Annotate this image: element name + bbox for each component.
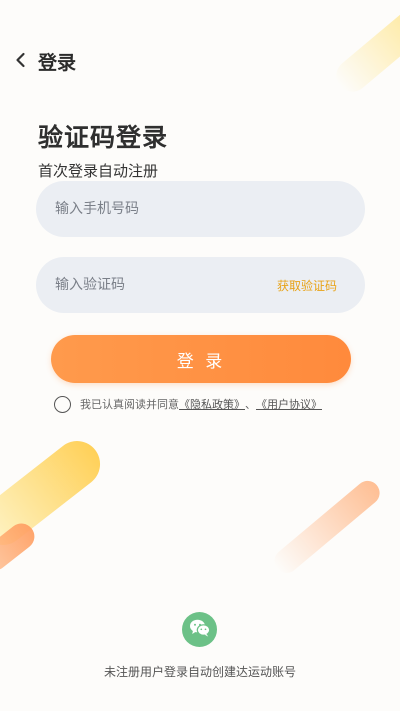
phone-field [36, 180, 365, 238]
phone-input[interactable] [36, 180, 365, 238]
verification-code-input[interactable] [36, 256, 277, 314]
decorative-stripe-left-yellow [0, 431, 110, 555]
wechat-icon [189, 618, 211, 642]
login-button[interactable]: 登 录 [51, 335, 351, 383]
decorative-stripe-left-orange [0, 518, 40, 576]
agreement-checkbox[interactable] [54, 395, 71, 413]
page-title: 验证码登录 [38, 123, 169, 152]
privacy-policy-link[interactable]: 《隐私政策》 [179, 396, 245, 412]
user-agreement-link[interactable]: 《用户协议》 [256, 396, 322, 412]
verification-code-field: 获取验证码 [36, 256, 365, 314]
agreement-separator: 、 [245, 398, 256, 411]
decorative-stripe-right-orange [269, 476, 385, 578]
agreement-prefix: 我已认真阅读并同意 [80, 398, 179, 411]
page-subtitle: 首次登录自动注册 [38, 162, 159, 180]
header-bar: 登录 [0, 40, 400, 80]
wechat-login-button[interactable] [182, 612, 217, 647]
agreement-row: 我已认真阅读并同意 《隐私政策》 、 《用户协议》 [54, 393, 322, 415]
footer-note: 未注册用户登录自动创建达运动账号 [103, 665, 296, 679]
chevron-left-icon[interactable] [12, 51, 30, 69]
header-title: 登录 [38, 52, 77, 74]
get-code-button[interactable]: 获取验证码 [277, 277, 365, 294]
